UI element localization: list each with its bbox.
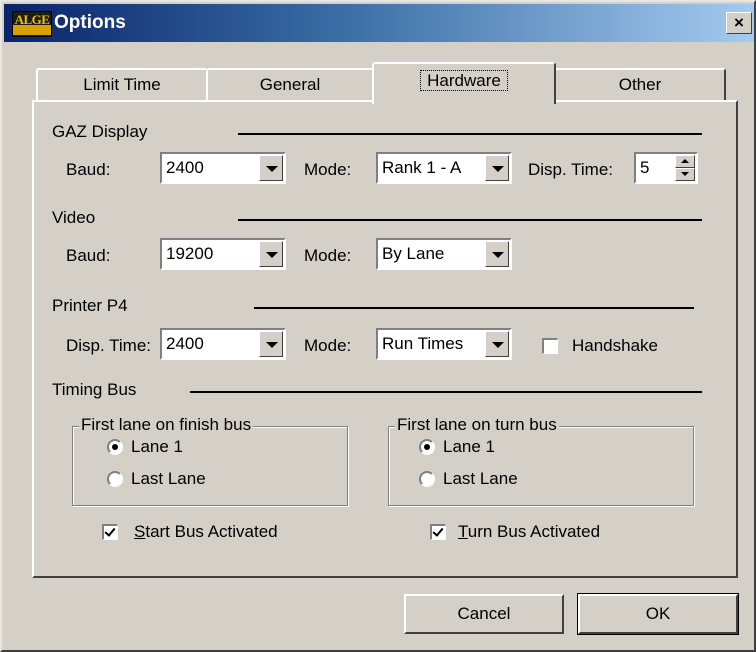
- tab-other[interactable]: Other: [554, 68, 726, 102]
- printer-disp-time-label: Disp. Time:: [66, 336, 152, 355]
- tab-label: Hardware: [420, 70, 508, 91]
- dropdown-arrow-icon[interactable]: [485, 241, 509, 267]
- section-divider: [238, 219, 702, 221]
- printer-mode-select[interactable]: Run Times: [376, 328, 512, 360]
- alge-logo: ALGE: [12, 11, 52, 37]
- video-heading: Video: [52, 208, 96, 227]
- printer-disp-time-select[interactable]: 2400: [160, 328, 286, 360]
- gaz-disp-time-spinner[interactable]: 5: [634, 152, 698, 184]
- gaz-baud-label: Baud:: [66, 160, 111, 179]
- tab-limit-time[interactable]: Limit Time: [36, 68, 208, 102]
- gaz-mode-label: Mode:: [304, 160, 352, 179]
- tab-general[interactable]: General: [206, 68, 374, 102]
- turn-last-lane-radio[interactable]: [419, 471, 435, 487]
- section-divider: [238, 133, 702, 135]
- start-bus-label-text: tart Bus Activated: [145, 522, 278, 541]
- start-bus-checkbox[interactable]: [102, 524, 118, 540]
- turn-bus-checkbox[interactable]: [430, 524, 446, 540]
- video-mode-label: Mode:: [304, 246, 352, 265]
- hardware-panel: GAZ Display Baud: 2400 Mode: Rank 1 - A …: [32, 100, 738, 578]
- finish-last-lane-label[interactable]: Last Lane: [131, 469, 206, 489]
- section-divider: [254, 307, 694, 309]
- printer-mode-label: Mode:: [304, 336, 352, 355]
- turn-bus-mnemonic: T: [458, 522, 468, 541]
- start-bus-label[interactable]: Start Bus Activated: [134, 522, 278, 542]
- gaz-mode-value: Rank 1 - A: [382, 158, 462, 177]
- options-dialog: ALGE Options × Limit Time General Hardwa…: [0, 0, 756, 652]
- dropdown-arrow-icon[interactable]: [259, 331, 283, 357]
- gaz-disp-time-value: 5: [640, 158, 650, 177]
- section-divider: [190, 391, 702, 393]
- close-button[interactable]: ×: [726, 12, 752, 34]
- turn-lane1-radio[interactable]: [419, 439, 435, 455]
- cancel-button[interactable]: Cancel: [404, 594, 564, 634]
- gaz-disp-time-label: Disp. Time:: [528, 160, 614, 179]
- finish-bus-group-title: First lane on finish bus: [79, 415, 254, 435]
- turn-last-lane-label[interactable]: Last Lane: [443, 469, 518, 489]
- tab-hardware[interactable]: Hardware: [372, 62, 556, 104]
- video-baud-label: Baud:: [66, 246, 111, 265]
- finish-bus-group: First lane on finish bus Lane 1 Last Lan…: [72, 415, 348, 506]
- tab-label: Limit Time: [83, 75, 161, 94]
- gaz-baud-value: 2400: [166, 158, 204, 177]
- title-bar[interactable]: ALGE Options ×: [4, 4, 754, 42]
- finish-lane1-radio[interactable]: [107, 439, 123, 455]
- spin-up-icon[interactable]: [675, 155, 695, 168]
- gaz-baud-select[interactable]: 2400: [160, 152, 286, 184]
- tab-label: Other: [618, 75, 662, 94]
- printer-mode-value: Run Times: [382, 334, 464, 353]
- dropdown-arrow-icon[interactable]: [485, 155, 509, 181]
- gaz-display-heading: GAZ Display: [52, 122, 148, 141]
- dropdown-arrow-icon[interactable]: [485, 331, 509, 357]
- turn-bus-label-text: urn Bus Activated: [467, 522, 601, 541]
- printer-disp-time-value: 2400: [166, 334, 204, 353]
- turn-lane1-label[interactable]: Lane 1: [443, 437, 495, 457]
- turn-bus-group-title: First lane on turn bus: [395, 415, 559, 435]
- video-baud-value: 19200: [166, 244, 214, 263]
- handshake-checkbox[interactable]: [542, 338, 558, 354]
- spin-down-icon[interactable]: [675, 168, 695, 181]
- tab-label: General: [259, 75, 321, 94]
- ok-button[interactable]: OK: [577, 593, 739, 635]
- video-mode-value: By Lane: [382, 244, 445, 263]
- finish-lane1-label[interactable]: Lane 1: [131, 437, 183, 457]
- turn-bus-group: First lane on turn bus Lane 1 Last Lane: [388, 415, 694, 506]
- video-baud-select[interactable]: 19200: [160, 238, 286, 270]
- handshake-label[interactable]: Handshake: [572, 336, 658, 356]
- gaz-mode-select[interactable]: Rank 1 - A: [376, 152, 512, 184]
- finish-last-lane-radio[interactable]: [107, 471, 123, 487]
- dropdown-arrow-icon[interactable]: [259, 155, 283, 181]
- dropdown-arrow-icon[interactable]: [259, 241, 283, 267]
- printer-heading: Printer P4: [52, 296, 128, 315]
- video-mode-select[interactable]: By Lane: [376, 238, 512, 270]
- timing-bus-heading: Timing Bus: [52, 380, 137, 399]
- start-bus-mnemonic: S: [134, 522, 146, 541]
- logo-stripe: [13, 25, 51, 35]
- window-title: Options: [54, 12, 126, 33]
- turn-bus-label[interactable]: Turn Bus Activated: [458, 522, 600, 542]
